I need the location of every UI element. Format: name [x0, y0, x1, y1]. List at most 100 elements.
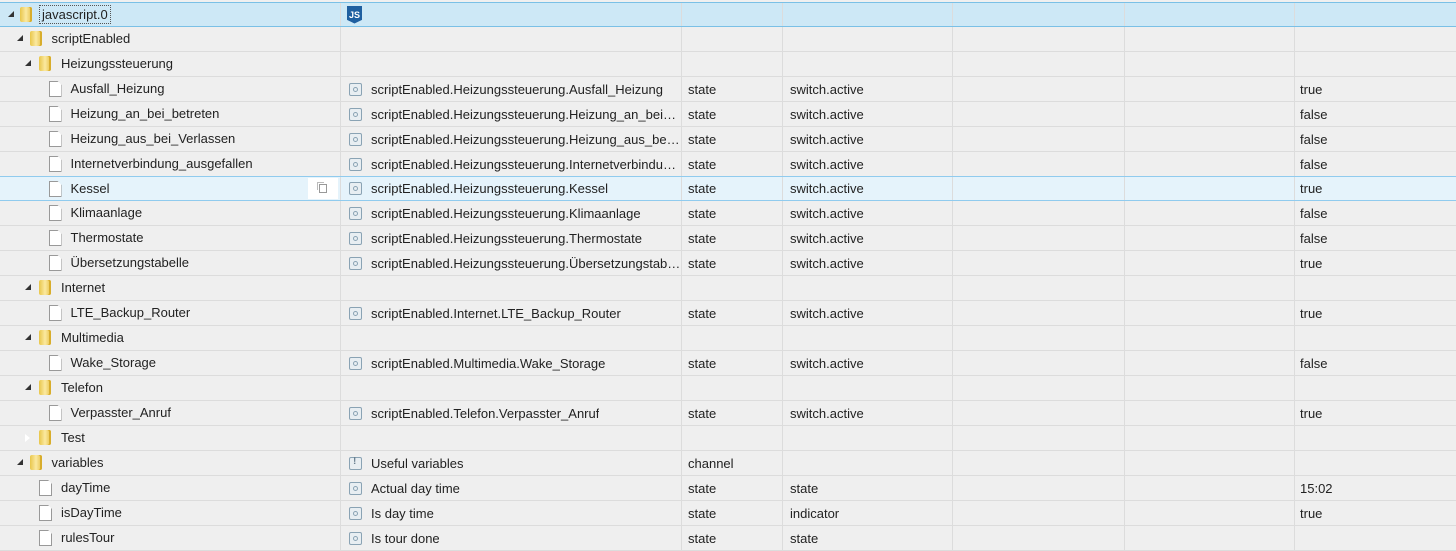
name-cell	[341, 326, 682, 350]
object-id[interactable]: Multimedia	[61, 326, 124, 350]
object-id[interactable]: Wake_Storage	[71, 351, 157, 375]
tree-row[interactable]: Verpasster_Anruf scriptEnabled.Telefon.Ve…	[0, 401, 1456, 426]
name-cell: scriptEnabled.Internet.LTE_Backup_Router	[341, 301, 682, 325]
expand-toggle-icon[interactable]	[24, 433, 30, 443]
object-id[interactable]: Thermostate	[71, 226, 144, 250]
id-cell: LTE_Backup_Router	[0, 301, 341, 325]
folder-icon	[39, 280, 51, 295]
tree-row[interactable]: variables Useful variables channel	[0, 451, 1456, 476]
state-icon	[349, 406, 362, 420]
object-id[interactable]: LTE_Backup_Router	[71, 301, 191, 325]
tree-row[interactable]: Kessel scriptEnabled.Heizungssteuerung.Ke…	[0, 176, 1456, 201]
name-cell: Useful variables	[341, 451, 682, 475]
object-id[interactable]: Heizung_aus_bei_Verlassen	[71, 127, 236, 151]
object-role: state	[784, 526, 953, 550]
state-icon	[349, 531, 362, 545]
tree-row[interactable]: isDayTime Is day time state indicator true	[0, 501, 1456, 526]
object-id[interactable]: Ausfall_Heizung	[71, 77, 165, 101]
object-id[interactable]: variables	[52, 451, 104, 475]
object-id[interactable]: javascript.0	[39, 5, 111, 24]
tree-row[interactable]: Übersetzungstabelle scriptEnabled.Heizung…	[0, 251, 1456, 276]
tree-row[interactable]: Heizung_an_bei_betreten scriptEnabled.Hei…	[0, 102, 1456, 127]
object-id[interactable]: Kessel	[71, 177, 110, 200]
object-value: 15:02	[1300, 480, 1333, 496]
collapse-toggle-icon[interactable]	[25, 60, 31, 66]
name-cell: Is tour done	[341, 526, 682, 550]
file-icon	[48, 131, 62, 147]
tree-row[interactable]: Telefon	[0, 376, 1456, 401]
room-cell	[954, 451, 1125, 475]
tree-row[interactable]: Internetverbindung_ausgefallen scriptEnab…	[0, 152, 1456, 177]
id-cell: Übersetzungstabelle	[0, 251, 341, 275]
collapse-toggle-icon[interactable]	[16, 35, 23, 41]
copy-icon[interactable]	[308, 178, 338, 199]
tree-row[interactable]: Multimedia	[0, 326, 1456, 351]
object-role: switch.active	[784, 177, 953, 200]
object-id[interactable]: dayTime	[61, 476, 110, 500]
function-cell	[1125, 301, 1295, 325]
collapse-toggle-icon[interactable]	[25, 284, 31, 290]
object-value	[1295, 526, 1456, 550]
object-id[interactable]: Telefon	[61, 376, 103, 400]
function-cell	[1125, 451, 1295, 475]
collapse-toggle-icon[interactable]	[25, 384, 31, 390]
object-type: state	[682, 77, 783, 101]
object-name: scriptEnabled.Heizungssteuerung.Ausfall_…	[371, 81, 663, 97]
state-icon	[349, 506, 362, 520]
object-name: scriptEnabled.Internet.LTE_Backup_Router	[371, 305, 621, 321]
collapse-toggle-icon[interactable]	[8, 11, 14, 17]
name-cell	[341, 276, 682, 300]
object-id[interactable]: Internet	[61, 276, 105, 300]
collapse-toggle-icon[interactable]	[16, 459, 23, 465]
object-id[interactable]: rulesTour	[61, 526, 114, 550]
name-cell: scriptEnabled.Heizungssteuerung.Ausfall_…	[341, 77, 682, 101]
object-id[interactable]: Heizung_an_bei_betreten	[71, 102, 220, 126]
object-type: state	[682, 127, 783, 151]
object-type	[682, 276, 783, 300]
object-name: scriptEnabled.Heizungssteuerung.Internet…	[371, 156, 681, 172]
tree-row[interactable]: Test	[0, 426, 1456, 451]
room-cell	[954, 401, 1125, 425]
state-icon	[349, 481, 362, 495]
tree-row[interactable]: Wake_Storage scriptEnabled.Multimedia.Wak…	[0, 351, 1456, 376]
file-icon	[39, 505, 52, 521]
file-icon	[48, 405, 62, 421]
state-icon	[349, 256, 362, 270]
tree-row[interactable]: scriptEnabled	[0, 27, 1456, 52]
room-cell	[954, 376, 1125, 400]
function-cell	[1125, 526, 1295, 550]
object-id[interactable]: Heizungssteuerung	[61, 52, 173, 76]
tree-row[interactable]: rulesTour Is tour done state state	[0, 526, 1456, 551]
tree-row[interactable]: Thermostate scriptEnabled.Heizungssteueru…	[0, 226, 1456, 251]
object-id[interactable]: Test	[61, 426, 85, 450]
object-id[interactable]: Internetverbindung_ausgefallen	[71, 152, 253, 176]
id-cell: Ausfall_Heizung	[0, 77, 341, 101]
room-cell	[954, 251, 1125, 275]
id-cell: Thermostate	[0, 226, 341, 250]
id-cell: scriptEnabled	[0, 27, 341, 51]
object-id[interactable]: Klimaanlage	[71, 201, 143, 225]
collapse-toggle-icon[interactable]	[25, 334, 31, 340]
object-id[interactable]: Übersetzungstabelle	[71, 251, 190, 275]
tree-row[interactable]: javascript.0 JS	[0, 2, 1456, 27]
object-role: switch.active	[784, 401, 953, 425]
object-id[interactable]: Verpasster_Anruf	[71, 401, 171, 425]
file-icon	[48, 355, 62, 371]
object-id[interactable]: isDayTime	[61, 501, 122, 525]
folder-icon	[29, 31, 42, 46]
object-value: true	[1300, 81, 1323, 97]
tree-row[interactable]: Internet	[0, 276, 1456, 301]
folder-icon	[39, 380, 51, 395]
state-icon	[349, 231, 362, 245]
room-cell	[954, 301, 1125, 325]
tree-row[interactable]: LTE_Backup_Router scriptEnabled.Internet.…	[0, 301, 1456, 326]
tree-row[interactable]: Ausfall_Heizung scriptEnabled.Heizungsste…	[0, 77, 1456, 102]
tree-row[interactable]: Klimaanlage scriptEnabled.Heizungssteueru…	[0, 201, 1456, 226]
object-id[interactable]: scriptEnabled	[52, 27, 131, 51]
object-value: false	[1300, 355, 1328, 371]
room-cell	[954, 102, 1125, 126]
tree-row[interactable]: dayTime Actual day time state state 15:02	[0, 476, 1456, 501]
object-value: false	[1300, 230, 1328, 246]
tree-row[interactable]: Heizungssteuerung	[0, 52, 1456, 77]
tree-row[interactable]: Heizung_aus_bei_Verlassen scriptEnabled.H…	[0, 127, 1456, 152]
